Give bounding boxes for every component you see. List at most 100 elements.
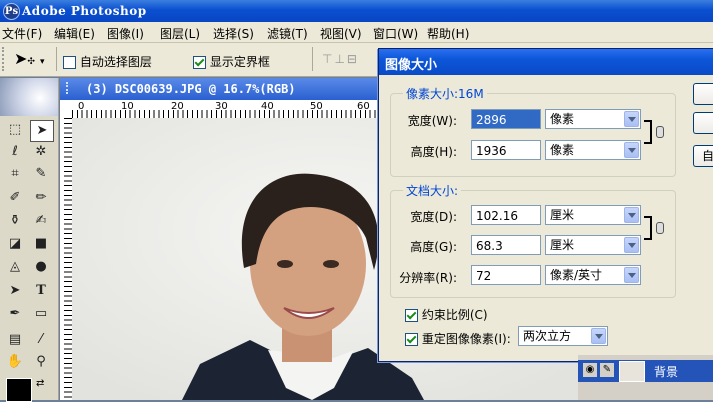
auto-select-checkbox[interactable] [63, 56, 76, 69]
brush-link-icon[interactable]: ✎ [600, 363, 614, 377]
shape-tool-icon[interactable]: ▭ [30, 304, 52, 324]
brush-tool-icon[interactable]: ✏ [30, 188, 52, 208]
eraser-tool-icon[interactable]: ◪ [4, 234, 26, 254]
constrain-proportions-checkbox[interactable] [405, 309, 418, 322]
menu-bar: 文件(F) 编辑(E) 图像(I) 图层(L) 选择(S) 滤镜(T) 视图(V… [0, 22, 713, 43]
layer-thumbnail [619, 361, 645, 382]
doc-width-label: 宽度(D): [410, 210, 457, 224]
type-tool-icon[interactable]: T [30, 281, 52, 301]
resolution-input[interactable]: 72 [471, 265, 541, 285]
history-brush-icon[interactable]: ✍ [30, 211, 52, 231]
magic-wand-icon[interactable]: ✲ [30, 142, 52, 162]
menu-select[interactable]: 选择(S) [213, 25, 254, 42]
chevron-down-icon[interactable] [624, 237, 639, 253]
app-title: Adobe Photoshop [22, 4, 147, 18]
image-size-dialog: 图像大小 像素大小:16M 宽度(W): 2896 像素 高度(H): 1936… [378, 48, 713, 362]
pixel-dimensions-label: 像素大小:16M [403, 85, 487, 102]
menu-image[interactable]: 图像(I) [107, 25, 144, 42]
divider [312, 47, 313, 71]
gradient-tool-icon[interactable]: ■ [30, 234, 52, 254]
doc-width-unit: 厘米 [550, 208, 575, 222]
chevron-down-icon[interactable] [624, 207, 639, 223]
pixel-height-input[interactable]: 1936 [471, 140, 541, 160]
notes-tool-icon[interactable]: ▤ [4, 330, 26, 350]
document-icon [66, 82, 78, 94]
menu-window[interactable]: 窗口(W) [373, 25, 418, 42]
toolbox: ⬚ ➤ ℓ ✲ ⌗ ✎ ✐ ✏ ⚱ ✍ ◪ ■ ◬ ● ➤ T ✒ ▭ ▤ ⁄ … [0, 78, 59, 402]
resolution-label: 分辨率(R): [399, 271, 457, 285]
pixel-height-unit-select[interactable]: 像素 [545, 140, 641, 160]
chevron-down-icon[interactable] [591, 328, 606, 344]
doc-height-unit-select[interactable]: 厘米 [545, 235, 641, 255]
show-bounds-checkbox[interactable] [193, 56, 206, 69]
path-select-icon[interactable]: ➤ [4, 281, 26, 301]
menu-layer[interactable]: 图层(L) [160, 25, 200, 42]
align-icons[interactable]: ⊤⊥⊟ [322, 52, 359, 66]
swap-colors-icon[interactable]: ⇄ [36, 378, 44, 389]
resolution-unit: 像素/英寸 [550, 268, 603, 282]
eyedropper-icon[interactable]: ⁄ [30, 330, 52, 350]
dialog-title-bar[interactable]: 图像大小 [379, 49, 713, 75]
ruler-ticks [64, 118, 72, 400]
constrain-proportions-label: 约束比例(C) [421, 308, 488, 322]
pixel-link-bracket [644, 120, 652, 144]
options-grip[interactable] [2, 47, 10, 71]
slice-tool-icon[interactable]: ✎ [30, 164, 52, 184]
chevron-down-icon[interactable] [624, 111, 639, 127]
move-tool-icon[interactable]: ➤ [30, 120, 54, 142]
menu-help[interactable]: 帮助(H) [427, 25, 469, 42]
divider [56, 47, 57, 71]
healing-brush-icon[interactable]: ✐ [4, 188, 26, 208]
menu-filter[interactable]: 滤镜(T) [267, 25, 308, 42]
resample-label: 重定图像像素(I): [421, 332, 511, 346]
auto-button[interactable]: 自 [693, 145, 713, 167]
doc-link-bracket [644, 216, 652, 240]
photoshop-app-icon: Ps [3, 3, 20, 20]
pen-tool-icon[interactable]: ✒ [4, 304, 26, 324]
show-bounds-option[interactable]: 显示定界框 [193, 53, 270, 70]
pixel-dimensions-group [390, 93, 676, 177]
document-title: (3) DSC00639.JPG @ 16.7%(RGB) [86, 82, 296, 96]
pixel-width-unit: 像素 [550, 112, 575, 126]
menu-edit[interactable]: 编辑(E) [54, 25, 95, 42]
move-tool-icon[interactable]: ➤✣ ▾ [14, 49, 45, 68]
blur-tool-icon[interactable]: ◬ [4, 257, 26, 277]
menu-view[interactable]: 视图(V) [320, 25, 362, 42]
resample-checkbox[interactable] [405, 333, 418, 346]
resample-option[interactable]: 重定图像像素(I): [405, 330, 511, 347]
dodge-tool-icon[interactable]: ● [30, 257, 52, 277]
menu-file[interactable]: 文件(F) [2, 25, 42, 42]
auto-select-label: 自动选择图层 [79, 55, 152, 69]
doc-width-input[interactable]: 102.16 [471, 205, 541, 225]
eye-visibility-icon[interactable]: ◉ [583, 363, 597, 377]
doc-height-unit: 厘米 [550, 238, 575, 252]
cancel-button[interactable] [693, 112, 713, 134]
chevron-down-icon[interactable] [624, 142, 639, 158]
clone-stamp-icon[interactable]: ⚱ [4, 211, 26, 231]
doc-height-label: 高度(G): [410, 240, 457, 254]
layer-name: 背景 [654, 365, 679, 379]
resolution-unit-select[interactable]: 像素/英寸 [545, 265, 641, 285]
constrain-proportions-option[interactable]: 约束比例(C) [405, 306, 488, 323]
pixel-width-input[interactable]: 2896 [471, 109, 541, 129]
lasso-tool-icon[interactable]: ℓ [4, 142, 26, 162]
pixel-height-unit: 像素 [550, 143, 575, 157]
zoom-tool-icon[interactable]: ⚲ [30, 352, 52, 372]
photoshop-eye-logo[interactable] [0, 78, 58, 116]
marquee-tool-icon[interactable]: ⬚ [4, 120, 26, 140]
pixel-width-label: 宽度(W): [407, 114, 457, 128]
pixel-width-unit-select[interactable]: 像素 [545, 109, 641, 129]
ok-button[interactable] [693, 83, 713, 105]
layer-row-background[interactable]: ◉ ✎ 背景 [578, 360, 713, 382]
foreground-color-swatch[interactable] [6, 378, 32, 402]
auto-select-option[interactable]: 自动选择图层 [63, 53, 152, 70]
show-bounds-label: 显示定界框 [209, 55, 270, 69]
hand-tool-icon[interactable]: ✋ [4, 352, 26, 372]
dialog-title: 图像大小 [385, 58, 438, 73]
doc-width-unit-select[interactable]: 厘米 [545, 205, 641, 225]
resample-method-select[interactable]: 两次立方 [518, 326, 608, 346]
doc-height-input[interactable]: 68.3 [471, 235, 541, 255]
document-size-label: 文档大小: [403, 182, 462, 199]
chevron-down-icon[interactable] [624, 267, 639, 283]
crop-tool-icon[interactable]: ⌗ [4, 164, 26, 184]
